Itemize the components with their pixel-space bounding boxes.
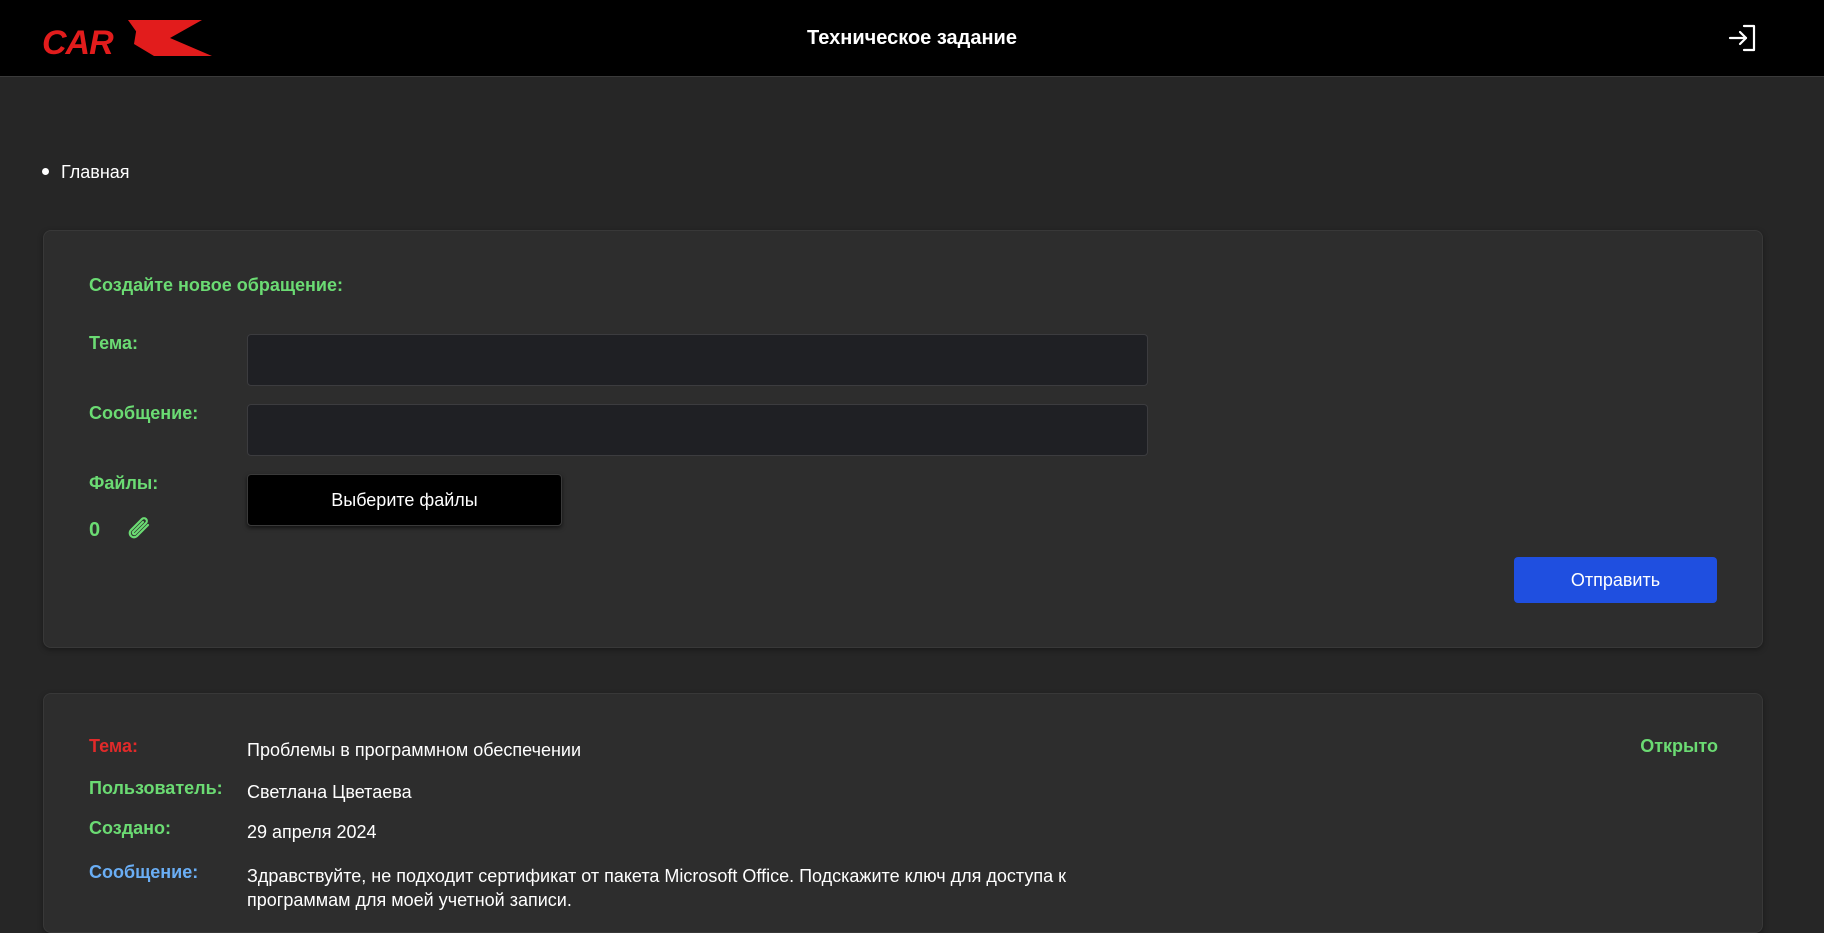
breadcrumb: Главная — [42, 162, 130, 183]
ticket-subject-value: Проблемы в программном обеспечении — [247, 740, 582, 760]
bullet-icon — [42, 167, 49, 175]
breadcrumb-home-link[interactable]: Главная — [61, 162, 130, 182]
logout-icon[interactable] — [1726, 22, 1758, 54]
ticket-message-label: Сообщение: — [89, 862, 199, 882]
choose-files-button[interactable]: Выберите файлы — [247, 474, 562, 526]
new-request-heading: Создайте новое обращение: — [89, 275, 343, 295]
ticket-subject-label: Тема: — [89, 736, 138, 756]
subject-input[interactable] — [247, 334, 1148, 386]
message-label: Сообщение: — [89, 403, 199, 423]
ticket-user-label: Пользователь: — [89, 778, 223, 798]
top-header: CAR Техническое задание — [0, 0, 1824, 77]
new-request-card: Создайте новое обращение: Тема: Сообщени… — [43, 230, 1763, 648]
message-input[interactable] — [247, 404, 1148, 456]
ticket-card: Тема: Проблемы в программном обеспечении… — [43, 693, 1763, 933]
ticket-created-value: 29 апреля 2024 — [247, 822, 377, 842]
file-count: 0 — [89, 519, 101, 541]
files-label: Файлы: — [89, 473, 159, 493]
page-title: Техническое задание — [807, 27, 1017, 49]
paperclip-icon[interactable] — [124, 513, 156, 545]
submit-button[interactable]: Отправить — [1514, 557, 1717, 603]
subject-label: Тема: — [89, 333, 138, 353]
status-badge: Открыто — [1640, 736, 1718, 756]
ticket-user-value: Светлана Цветаева — [247, 782, 412, 802]
ticket-created-label: Создано: — [89, 818, 172, 838]
ticket-message-value: Здравствуйте, не подходит сертификат от … — [247, 866, 1066, 910]
